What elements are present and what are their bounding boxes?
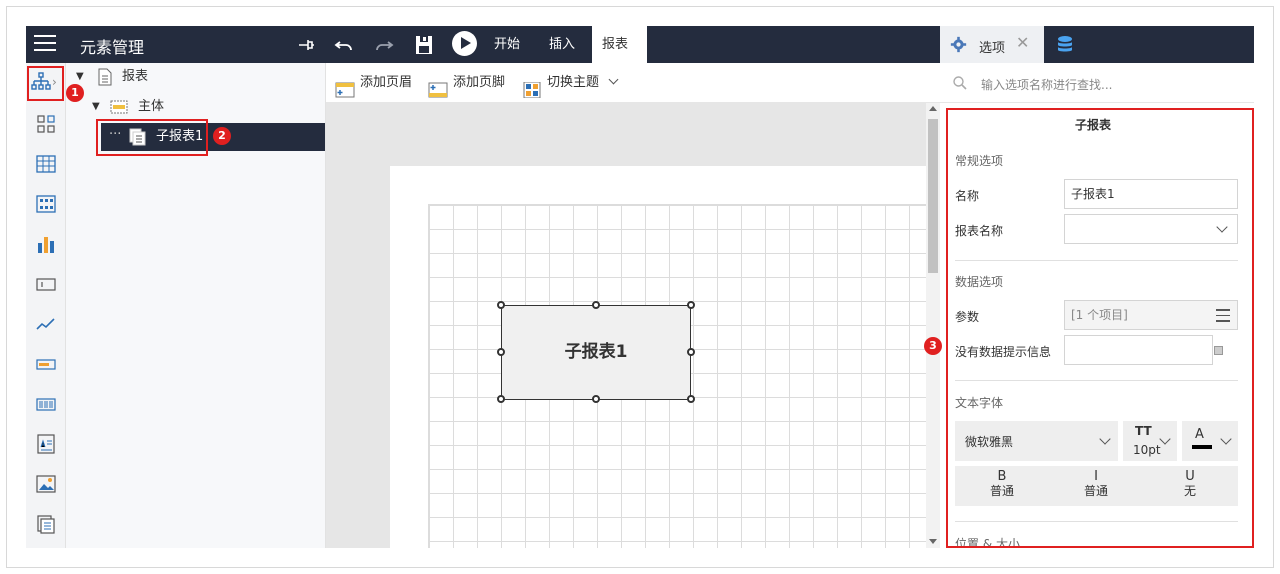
scroll-down-icon[interactable] — [929, 539, 937, 544]
search-input[interactable]: 输入选项名称进行查找... — [981, 76, 1112, 93]
tab-insert[interactable]: 插入 — [539, 26, 585, 63]
step-badge-2: 2 — [213, 127, 231, 145]
scroll-up-icon[interactable] — [929, 106, 937, 111]
resize-handle[interactable] — [687, 348, 695, 356]
subreport-icon[interactable] — [35, 513, 57, 535]
tree-item-report[interactable]: ▼ 报表 — [66, 63, 325, 91]
options-search[interactable]: 输入选项名称进行查找... — [940, 63, 1254, 103]
resize-handle[interactable] — [592, 395, 600, 403]
rich-text-icon[interactable] — [35, 433, 57, 455]
chevron-down-icon — [608, 74, 619, 85]
design-canvas[interactable]: 子报表1 — [326, 103, 926, 548]
textbox-icon[interactable] — [35, 273, 57, 295]
tree-item-label: 报表 — [122, 69, 149, 84]
highlight-box-properties — [946, 108, 1254, 548]
redo-icon[interactable] — [372, 33, 396, 57]
database-icon[interactable] — [1056, 35, 1074, 55]
tree-item-body[interactable]: ▼ 主体 — [66, 93, 325, 121]
highlight-box-tree-tool — [27, 66, 64, 101]
resize-handle[interactable] — [687, 301, 695, 309]
layout-icon[interactable] — [35, 113, 57, 135]
tab-options-label: 选项 — [979, 41, 1006, 56]
hamburger-menu-icon[interactable] — [34, 35, 56, 53]
switch-theme-label: 切换主题 — [547, 75, 600, 90]
matrix-icon[interactable] — [35, 193, 57, 215]
element-rail: › — [26, 63, 66, 548]
report-designer: 元素管理 开始 插入 报表 选项 ✕ › ▼ 报表 ▼ 主体 ··· 子报表1 … — [26, 26, 1254, 548]
play-preview-button[interactable] — [452, 31, 477, 56]
add-footer-label: 添加页脚 — [453, 75, 506, 90]
switch-theme-button[interactable]: 切换主题 — [522, 63, 619, 103]
theme-icon — [522, 75, 542, 98]
resize-handle[interactable] — [497, 395, 505, 403]
search-icon — [952, 75, 968, 91]
add-header-label: 添加页眉 — [360, 75, 413, 90]
canvas-scrollbar[interactable] — [926, 103, 940, 548]
add-header-icon — [335, 75, 355, 97]
document-icon — [96, 68, 114, 86]
caret-down-icon[interactable]: ▼ — [92, 93, 100, 121]
save-icon[interactable] — [412, 33, 436, 57]
bar-chart-icon[interactable] — [35, 233, 57, 255]
gear-icon — [950, 36, 967, 53]
pin-icon[interactable] — [294, 33, 318, 57]
add-footer-button[interactable]: 添加页脚 — [428, 63, 505, 103]
close-icon[interactable]: ✕ — [1016, 33, 1029, 52]
tab-report[interactable]: 报表 — [592, 26, 647, 63]
top-toolbar: 元素管理 开始 插入 报表 选项 ✕ — [26, 26, 1254, 63]
image-icon[interactable] — [35, 473, 57, 495]
tree-item-label: 主体 — [138, 99, 165, 114]
subreport-element[interactable]: 子报表1 — [501, 305, 691, 400]
line-chart-icon[interactable] — [35, 313, 57, 335]
resize-handle[interactable] — [687, 395, 695, 403]
body-section-icon — [110, 98, 128, 116]
undo-icon[interactable] — [332, 33, 356, 57]
canvas-toolbar: 添加页眉 添加页脚 切换主题 — [326, 63, 940, 103]
scroll-thumb[interactable] — [928, 119, 938, 273]
right-panel-tabs: 选项 ✕ — [940, 26, 1254, 63]
label-icon[interactable] — [35, 353, 57, 375]
step-badge-1: 1 — [66, 84, 84, 102]
design-grid: 子报表1 — [428, 204, 926, 548]
tab-options[interactable]: 选项 ✕ — [940, 26, 1044, 63]
panel-title: 元素管理 — [80, 38, 145, 57]
barcode-icon[interactable] — [35, 393, 57, 415]
add-footer-icon — [428, 75, 448, 97]
report-page: 子报表1 — [390, 166, 926, 548]
tab-start[interactable]: 开始 — [484, 26, 530, 63]
table-icon[interactable] — [35, 153, 57, 175]
add-header-button[interactable]: 添加页眉 — [335, 63, 412, 103]
resize-handle[interactable] — [497, 348, 505, 356]
resize-handle[interactable] — [497, 301, 505, 309]
step-badge-3: 3 — [924, 337, 942, 355]
highlight-box-subreport-node — [96, 119, 208, 156]
resize-handle[interactable] — [592, 301, 600, 309]
